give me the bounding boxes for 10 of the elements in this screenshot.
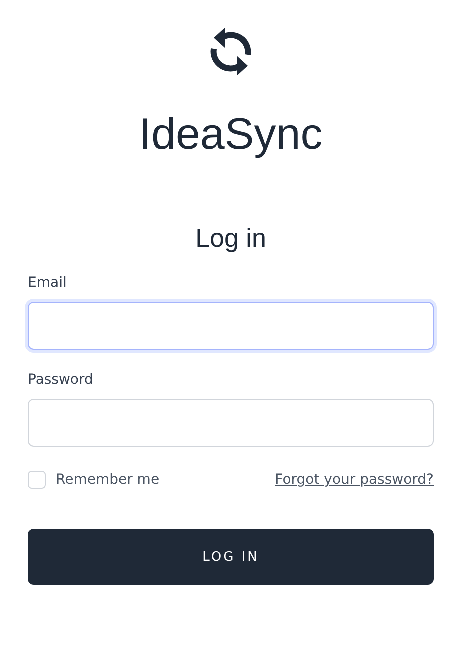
- forgot-password-link[interactable]: Forgot your password?: [275, 472, 434, 488]
- field-label: Email: [28, 274, 67, 293]
- login-button[interactable]: LOG IN: [28, 529, 434, 585]
- checkbox[interactable]: [28, 471, 46, 489]
- app-name: IdeaSync: [138, 109, 324, 161]
- input-field[interactable]: [28, 302, 434, 350]
- input-field[interactable]: [28, 399, 434, 447]
- field-label: Password: [28, 371, 94, 390]
- checkbox-label: Remember me: [56, 472, 160, 488]
- form-heading: Log in: [194, 222, 268, 255]
